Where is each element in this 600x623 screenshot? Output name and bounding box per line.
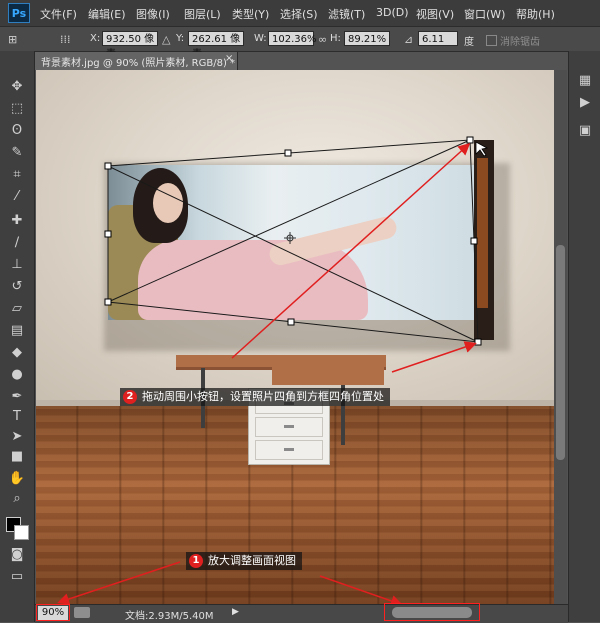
transform-handle[interactable] <box>104 162 112 170</box>
step1-number-badge: 1 <box>189 554 203 568</box>
step2-text: 拖动周围小按钮，设置照片四角到方框四角位置处 <box>142 390 384 403</box>
zoom-highlight-box <box>36 604 70 621</box>
step2-number-badge: 2 <box>123 390 137 404</box>
transform-handle[interactable] <box>104 298 112 306</box>
transform-handle[interactable] <box>470 237 478 245</box>
history-panel-icon[interactable]: ▦ <box>575 71 595 91</box>
status-bar <box>35 604 568 623</box>
annotation-arrow <box>319 575 403 607</box>
status-menu-arrow-icon[interactable]: ▶ <box>232 607 239 617</box>
actions-play-icon[interactable]: ▶ <box>575 93 595 113</box>
document-size-info: 文档:2.93M/5.40M <box>125 611 214 622</box>
annotation-arrow <box>231 142 471 359</box>
properties-panel-icon[interactable]: ▣ <box>575 121 595 141</box>
step2-callout: 2 拖动周围小按钮，设置照片四角到方框四角位置处 <box>120 388 390 406</box>
transform-bounding-box[interactable] <box>107 139 479 343</box>
transform-handle[interactable] <box>284 149 292 157</box>
annotation-arrow <box>57 561 181 605</box>
annotation-arrow <box>391 341 477 373</box>
transform-handle[interactable] <box>287 318 295 326</box>
step1-text: 放大调整画面视图 <box>208 554 296 567</box>
scrollbar-highlight-box <box>384 603 480 621</box>
status-options-icon[interactable] <box>74 607 90 618</box>
transform-handle[interactable] <box>474 338 482 346</box>
cursor-icon <box>475 141 489 157</box>
transform-center-icon[interactable] <box>284 232 296 244</box>
annotation-overlay <box>57 136 489 607</box>
transform-diagonal <box>107 165 479 343</box>
transform-diagonal <box>107 139 471 303</box>
right-panel-dock: ▦ ▶ ▣ <box>568 51 600 622</box>
step1-callout: 1 放大调整画面视图 <box>186 552 302 570</box>
vertical-scrollbar-thumb[interactable] <box>556 245 565 460</box>
transform-handle[interactable] <box>466 136 474 144</box>
transform-handle[interactable] <box>104 230 112 238</box>
